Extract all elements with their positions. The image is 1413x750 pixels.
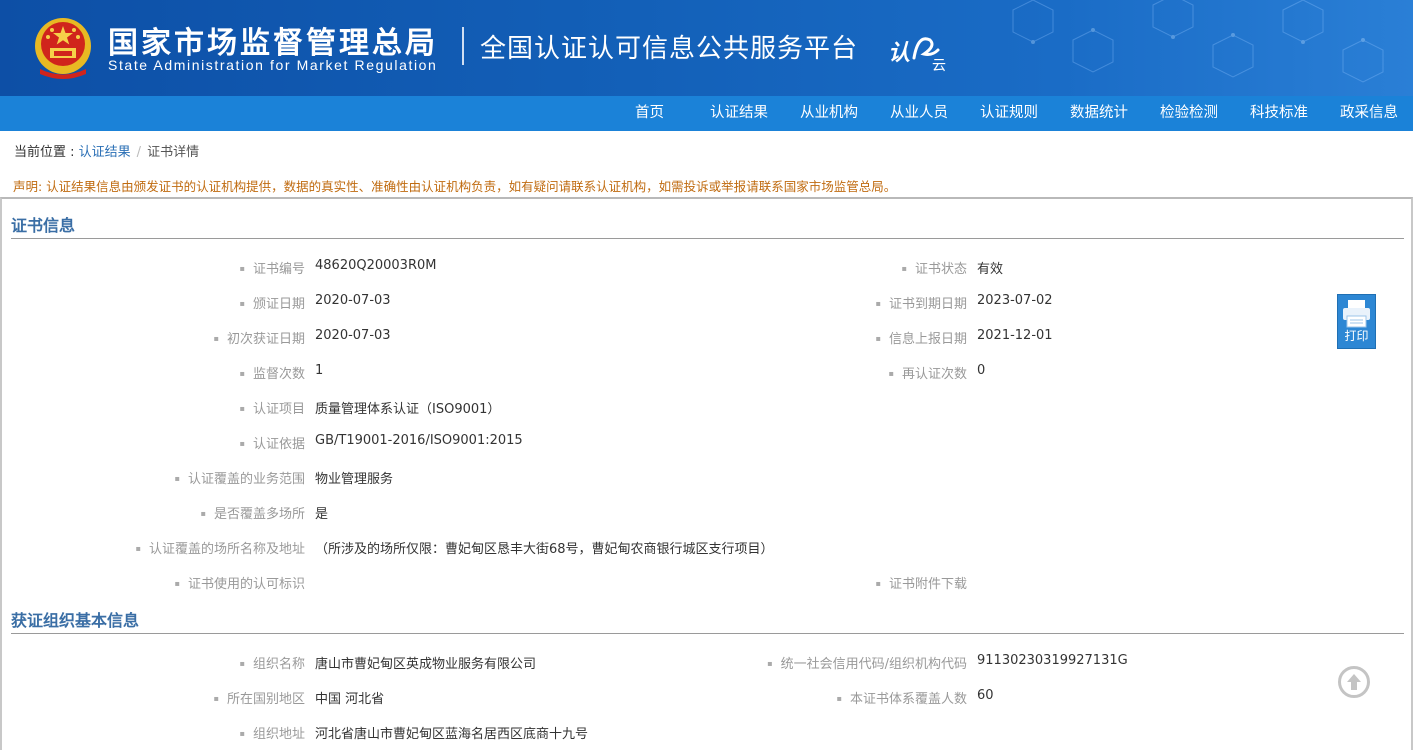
hexagon-pattern-decoration bbox=[1012, 0, 1384, 83]
label-cert-number: 证书编号 bbox=[240, 258, 305, 277]
value-cert-project: 质量管理体系认证（ISO9001） bbox=[315, 402, 501, 417]
svg-text:认: 认 bbox=[888, 41, 910, 66]
label-business-scope: 认证覆盖的业务范围 bbox=[175, 468, 305, 487]
breadcrumb-current: 证书详情 bbox=[147, 145, 200, 160]
value-multi-site: 是 bbox=[315, 507, 329, 522]
value-site-address: （所涉及的场所仅限：曹妃甸区恳丰大街68号，曹妃甸农商银行城区支行项目） bbox=[315, 542, 774, 557]
breadcrumb-prefix: 当前位置 : bbox=[14, 145, 79, 160]
section-title-cert-info: 证书信息 bbox=[11, 216, 76, 235]
nav-item-procurement[interactable]: 政采信息 bbox=[1340, 96, 1398, 131]
platform-title: 全国认证认可信息公共服务平台 bbox=[480, 34, 859, 64]
nav-item-cert-rules[interactable]: 认证规则 bbox=[980, 96, 1038, 131]
label-covered-people: 本证书体系覆盖人数 bbox=[837, 688, 967, 707]
label-cert-basis: 认证依据 bbox=[240, 433, 305, 452]
print-button[interactable]: 打印 bbox=[1337, 294, 1376, 349]
breadcrumb: 当前位置 : 认证结果 / 证书详情 bbox=[14, 141, 199, 160]
value-supervision-count: 1 bbox=[315, 363, 324, 378]
nav-item-standards[interactable]: 科技标准 bbox=[1250, 96, 1308, 131]
label-report-date: 信息上报日期 bbox=[876, 328, 967, 347]
arrow-up-circle-icon bbox=[1347, 674, 1361, 690]
value-credit-code: 91130230319927131G bbox=[977, 653, 1128, 668]
label-cert-status: 证书状态 bbox=[902, 258, 967, 277]
main-nav: 首页 认证结果 从业机构 从业人员 认证规则 数据统计 检验检测 科技标准 政采… bbox=[0, 96, 1413, 131]
value-expiry-date: 2023-07-02 bbox=[977, 293, 1053, 308]
back-to-top-button[interactable] bbox=[1338, 666, 1370, 698]
label-issue-date: 颁证日期 bbox=[240, 293, 305, 312]
disclaimer-notice: 声明: 认证结果信息由颁发证书的认证机构提供，数据的真实性、准确性由认证机构负责… bbox=[13, 179, 897, 194]
value-report-date: 2021-12-01 bbox=[977, 328, 1053, 343]
national-emblem-icon bbox=[35, 18, 91, 79]
nav-item-home[interactable]: 首页 bbox=[635, 96, 664, 131]
label-org-name: 组织名称 bbox=[240, 653, 305, 672]
label-cert-project: 认证项目 bbox=[240, 398, 305, 417]
value-org-address: 河北省唐山市曹妃甸区蓝海名居西区底商十九号 bbox=[315, 727, 589, 742]
nav-item-institutions[interactable]: 从业机构 bbox=[800, 96, 858, 131]
label-country-region: 所在国别地区 bbox=[214, 688, 305, 707]
section-divider bbox=[11, 238, 1404, 239]
printer-icon bbox=[1343, 300, 1370, 328]
value-recert-count: 0 bbox=[977, 363, 986, 378]
nav-item-personnel[interactable]: 从业人员 bbox=[890, 96, 948, 131]
section-title-org-info: 获证组织基本信息 bbox=[11, 611, 140, 630]
section-divider bbox=[11, 633, 1404, 634]
label-recert-count: 再认证次数 bbox=[889, 363, 967, 382]
value-org-name: 唐山市曹妃甸区英成物业服务有限公司 bbox=[315, 657, 537, 672]
label-supervision-count: 监督次数 bbox=[240, 363, 305, 382]
label-accreditation-mark: 证书使用的认可标识 bbox=[175, 573, 305, 592]
label-attachment-download: 证书附件下载 bbox=[876, 573, 967, 592]
nav-item-inspection[interactable]: 检验检测 bbox=[1160, 96, 1218, 131]
nav-item-cert-results[interactable]: 认证结果 bbox=[710, 96, 768, 131]
value-covered-people: 60 bbox=[977, 688, 994, 703]
value-cert-number: 48620Q20003R0M bbox=[315, 258, 437, 273]
svg-text:云: 云 bbox=[932, 58, 946, 72]
renzhengyun-logo-icon: 认 云 bbox=[888, 37, 946, 72]
org-name-cn: 国家市场监督管理总局 bbox=[108, 26, 438, 61]
print-label: 打印 bbox=[1344, 329, 1369, 343]
value-business-scope: 物业管理服务 bbox=[315, 472, 394, 487]
header-divider bbox=[462, 27, 464, 65]
label-expiry-date: 证书到期日期 bbox=[876, 293, 967, 312]
label-credit-code: 统一社会信用代码/组织机构代码 bbox=[767, 653, 967, 672]
value-cert-basis: GB/T19001-2016/ISO9001:2015 bbox=[315, 433, 523, 448]
breadcrumb-link-cert-results[interactable]: 认证结果 bbox=[79, 145, 131, 160]
label-multi-site: 是否覆盖多场所 bbox=[201, 503, 305, 522]
value-country-region: 中国 河北省 bbox=[315, 692, 385, 707]
breadcrumb-separator: / bbox=[136, 145, 142, 160]
label-site-address: 认证覆盖的场所名称及地址 bbox=[136, 538, 305, 557]
value-first-issue-date: 2020-07-03 bbox=[315, 328, 391, 343]
org-name-en: State Administration for Market Regulati… bbox=[108, 57, 438, 73]
label-org-address: 组织地址 bbox=[240, 723, 305, 742]
nav-item-statistics[interactable]: 数据统计 bbox=[1070, 96, 1128, 131]
value-cert-status: 有效 bbox=[977, 262, 1004, 277]
label-first-issue-date: 初次获证日期 bbox=[214, 328, 305, 347]
header-banner: 国家市场监督管理总局 State Administration for Mark… bbox=[0, 0, 1413, 96]
value-issue-date: 2020-07-03 bbox=[315, 293, 391, 308]
